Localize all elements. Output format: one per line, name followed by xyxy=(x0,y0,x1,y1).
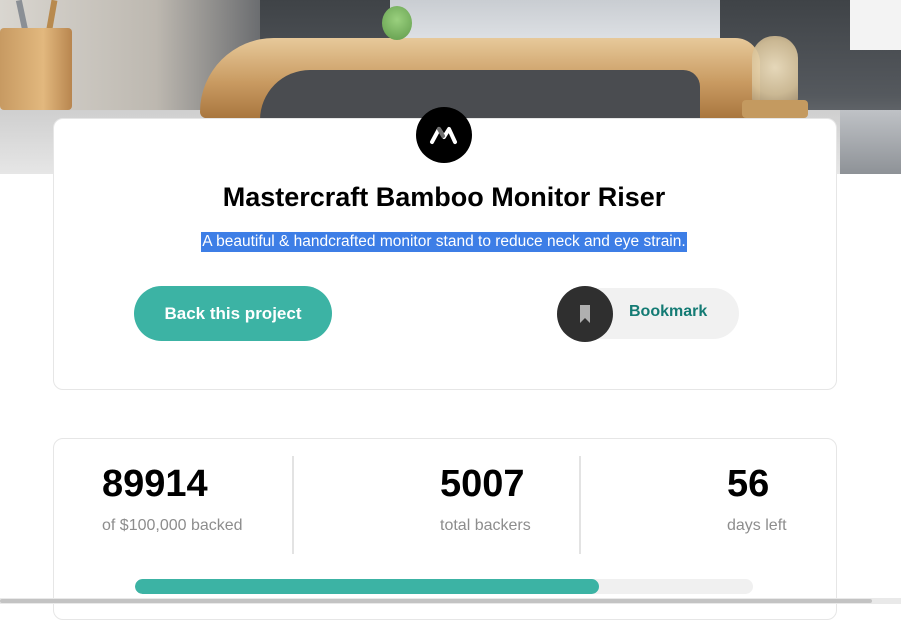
bookmark-icon xyxy=(557,286,613,342)
stats-divider-2 xyxy=(579,456,581,554)
bookmark-button[interactable]: Bookmark xyxy=(557,286,739,342)
days-left: 56 xyxy=(727,463,770,505)
scrollbar-thumb[interactable] xyxy=(0,599,872,603)
funding-progress-bar xyxy=(135,579,753,594)
mastercraft-logo-icon xyxy=(416,107,472,163)
stats-divider-1 xyxy=(292,456,294,554)
backers-label: total backers xyxy=(440,517,531,534)
funding-progress-fill xyxy=(135,579,599,594)
project-description[interactable]: A beautiful & handcrafted monitor stand … xyxy=(201,232,687,252)
backed-label: of $100,000 backed xyxy=(102,517,243,534)
project-title: Mastercraft Bamboo Monitor Riser xyxy=(222,182,666,212)
days-label: days left xyxy=(727,517,787,534)
back-project-button[interactable]: Back this project xyxy=(134,286,332,341)
horizontal-scrollbar[interactable] xyxy=(0,598,901,604)
project-description-wrap: A beautiful & handcrafted monitor stand … xyxy=(53,232,835,252)
bookmark-label: Bookmark xyxy=(629,303,708,320)
total-backers: 5007 xyxy=(440,463,525,505)
backed-amount: 89914 xyxy=(102,463,208,505)
